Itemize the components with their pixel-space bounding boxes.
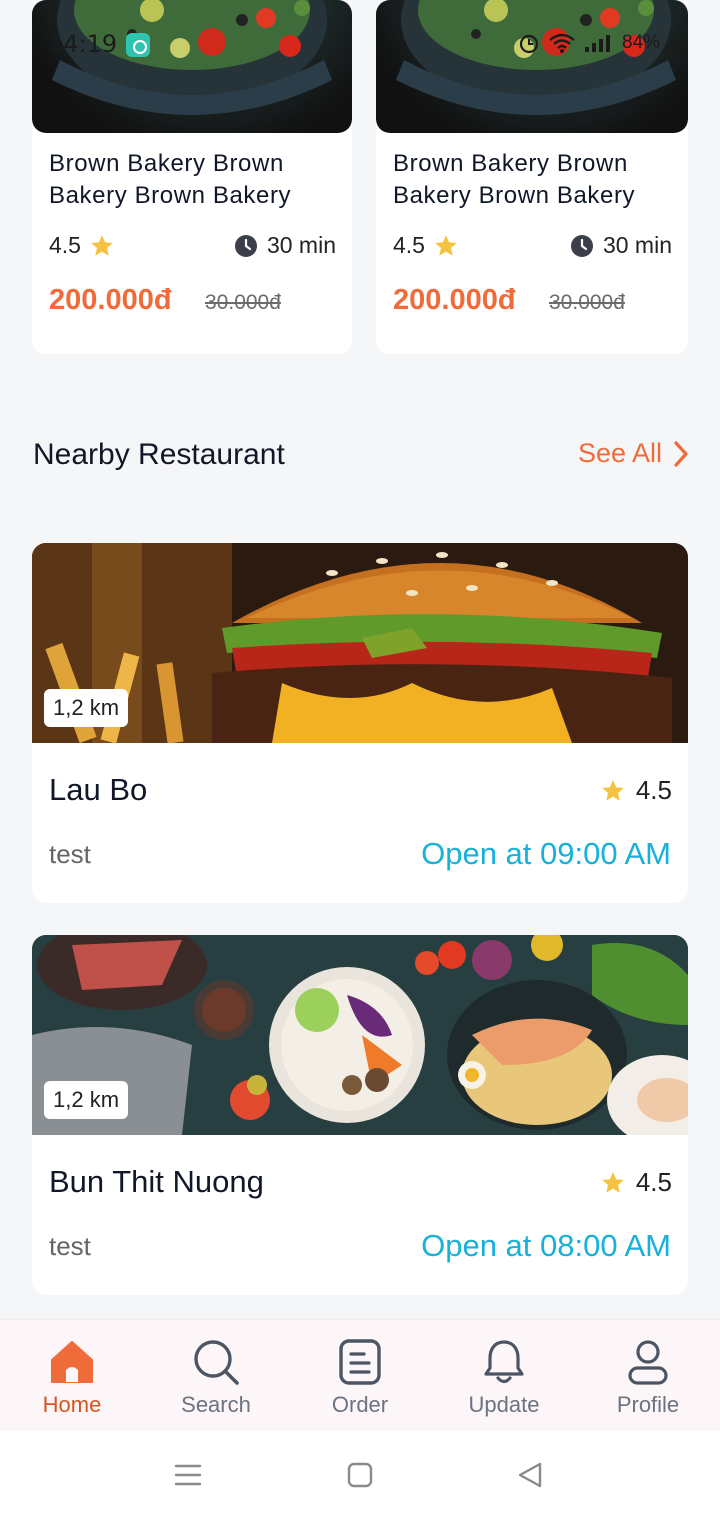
system-navigation-bar [0, 1431, 720, 1520]
promo-price: 200.000đ [393, 284, 516, 316]
nav-profile[interactable]: Profile [576, 1320, 720, 1432]
home-button-icon[interactable] [346, 1461, 374, 1489]
restaurant-name: Bun Thit Nuong [49, 1164, 264, 1199]
rating-value: 4.5 [635, 1167, 672, 1197]
time-value: 30 min [266, 232, 336, 258]
restaurant-image: 1,2 km [32, 543, 688, 743]
chevron-right-icon [674, 440, 688, 467]
star-icon [602, 779, 624, 801]
clock-icon [234, 234, 257, 257]
see-all-label: See All [577, 438, 662, 468]
nav-order[interactable]: Order [288, 1320, 432, 1432]
star-icon [602, 1171, 624, 1193]
promo-delivery-time: 30 min [234, 232, 336, 259]
nav-home[interactable]: Home [0, 1320, 144, 1432]
profile-icon [628, 1340, 668, 1385]
promo-title: Brown Bakery Brown Bakery Brown Bakery [49, 150, 292, 209]
promo-price: 200.000đ [49, 284, 172, 316]
home-icon [51, 1341, 93, 1383]
nav-search[interactable]: Search [144, 1320, 288, 1432]
promo-food-image [376, 0, 688, 133]
nav-order-label: Order [331, 1392, 389, 1417]
time-value: 30 min [602, 232, 672, 258]
promo-delivery-time: 30 min [570, 232, 672, 259]
promo-rating: 4.5 [393, 232, 459, 259]
distance-badge: 1,2 km [44, 689, 129, 727]
restaurant-rating: 4.5 [600, 775, 672, 806]
restaurant-name: Lau Bo [49, 772, 148, 807]
rating-value: 4.5 [635, 775, 672, 805]
promo-food-image [32, 0, 352, 133]
restaurant-description: test [49, 1231, 91, 1261]
nav-profile-label: Profile [616, 1392, 680, 1417]
restaurant-rating: 4.5 [600, 1167, 672, 1198]
distance-badge: 1,2 km [44, 1081, 129, 1119]
recent-apps-icon[interactable] [174, 1461, 202, 1489]
rating-value: 4.5 [49, 232, 81, 258]
restaurant-open-time: Open at 08:00 AM [421, 1228, 671, 1263]
promo-old-price: 30.000đ [205, 291, 281, 314]
restaurant-description: test [49, 839, 91, 869]
restaurant-card[interactable]: 1,2 km Bun Thit Nuong 4.5 test Open at 0… [32, 935, 688, 1295]
nav-search-label: Search [181, 1392, 251, 1417]
star-icon [435, 234, 457, 256]
nav-update-label: Update [468, 1392, 540, 1417]
promo-old-price: 30.000đ [549, 291, 625, 314]
star-icon [91, 234, 113, 256]
clock-icon [570, 234, 593, 257]
restaurant-image: 1,2 km [32, 935, 688, 1135]
rating-value: 4.5 [393, 232, 425, 258]
back-icon[interactable] [516, 1461, 544, 1489]
promo-card[interactable]: Brown Bakery Brown Bakery Brown Bakery 4… [376, 0, 688, 354]
promo-rating: 4.5 [49, 232, 115, 259]
see-all-link[interactable]: See All [578, 438, 690, 469]
order-icon [339, 1339, 381, 1385]
bell-icon [484, 1340, 524, 1384]
restaurant-open-time: Open at 09:00 AM [421, 836, 671, 871]
nav-update[interactable]: Update [432, 1320, 576, 1432]
section-title: Nearby Restaurant [33, 438, 285, 471]
promo-title: Brown Bakery Brown Bakery Brown Bakery [393, 150, 636, 209]
restaurant-card[interactable]: 1,2 km Lau Bo 4.5 test Open at 09:00 AM [32, 543, 688, 903]
bottom-navigation: Home Search Order Update Profile [0, 1319, 720, 1431]
search-icon [194, 1340, 239, 1385]
nav-home-label: Home [42, 1392, 102, 1417]
promo-card[interactable]: Brown Bakery Brown Bakery Brown Bakery 4… [32, 0, 352, 354]
